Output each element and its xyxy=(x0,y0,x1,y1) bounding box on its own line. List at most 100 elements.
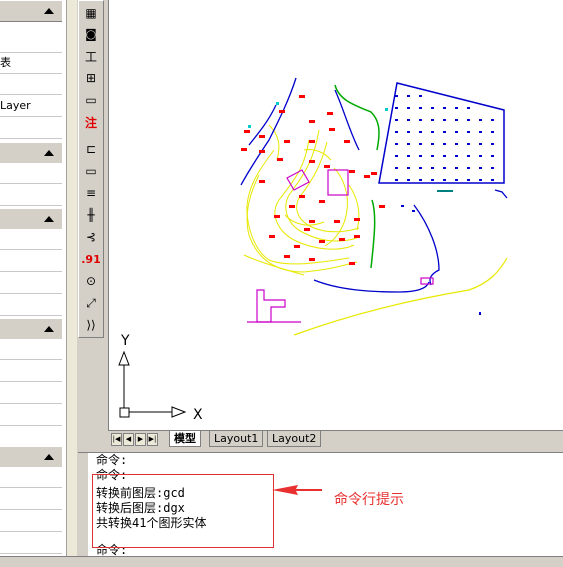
hatch-dot xyxy=(467,131,470,133)
xy-coord-icon[interactable]: ⊞ xyxy=(81,68,101,88)
curve-icon[interactable]: ⟩⟩ xyxy=(81,315,101,335)
property-row[interactable] xyxy=(0,273,62,294)
elevation-marker xyxy=(309,160,315,163)
hatch-dot xyxy=(467,167,470,169)
fence-icon[interactable]: ╫ xyxy=(81,205,101,225)
collapse-icon[interactable] xyxy=(44,326,54,332)
elevation-marker xyxy=(319,200,325,203)
tab-model[interactable]: 模型 xyxy=(169,431,201,447)
hatch-dot xyxy=(479,119,482,121)
hatched-parcel xyxy=(378,82,505,184)
decimal-icon[interactable]: .91 xyxy=(81,249,101,269)
next-tab-icon[interactable]: ▶ xyxy=(135,433,146,446)
elevation-marker xyxy=(299,195,305,198)
elevation-marker xyxy=(339,238,345,241)
elevation-marker xyxy=(379,205,385,208)
circle-point-icon[interactable]: ⊙ xyxy=(81,271,101,291)
section-header[interactable] xyxy=(0,318,62,340)
section-header[interactable] xyxy=(0,142,62,164)
property-row[interactable] xyxy=(0,405,62,426)
camera-icon[interactable]: ◙ xyxy=(81,24,101,44)
hatch-dot xyxy=(395,179,398,181)
property-row[interactable] xyxy=(0,229,62,250)
grid-icon[interactable]: ▦ xyxy=(81,3,101,23)
hatch-dot xyxy=(467,143,470,145)
hatch-dot xyxy=(455,107,458,109)
properties-panel: 表 Layer xyxy=(0,0,67,556)
measure-icon[interactable]: ⤢ xyxy=(81,293,101,313)
hatch-dot xyxy=(455,155,458,157)
tab-layout1[interactable]: Layout1 xyxy=(209,431,264,447)
tab-layout2[interactable]: Layout2 xyxy=(267,431,322,447)
search-area-icon[interactable]: ▭ xyxy=(81,90,101,110)
property-row[interactable]: 表 xyxy=(0,53,62,74)
property-row[interactable] xyxy=(0,361,62,382)
prev-tab-icon[interactable]: ◀ xyxy=(123,433,134,446)
elevation-markers xyxy=(241,95,385,265)
property-row[interactable] xyxy=(0,295,62,316)
elevation-marker xyxy=(344,140,350,143)
property-row[interactable] xyxy=(0,533,62,554)
ucs-icon xyxy=(118,350,187,418)
ruler-icon[interactable]: 工 xyxy=(81,46,101,66)
hatch-dot xyxy=(419,179,422,181)
elevation-marker xyxy=(284,255,290,258)
hatch-dot xyxy=(431,131,434,133)
section-header[interactable] xyxy=(0,208,62,230)
hatch-dot xyxy=(443,119,446,121)
property-row-layer[interactable]: Layer xyxy=(0,96,62,117)
elevation-marker xyxy=(327,112,333,115)
hatch-dot xyxy=(395,143,398,145)
collapse-icon[interactable] xyxy=(44,454,54,460)
panel-scrollbar[interactable] xyxy=(66,0,77,556)
elevation-marker xyxy=(259,150,265,153)
first-tab-icon[interactable]: |◀ xyxy=(111,433,122,446)
road-icon[interactable]: ⊰ xyxy=(81,227,101,247)
collapse-icon[interactable] xyxy=(44,8,54,14)
property-row[interactable] xyxy=(0,383,62,404)
section-header[interactable] xyxy=(0,0,62,22)
hatch-dot xyxy=(407,155,410,157)
hatch-dot xyxy=(443,155,446,157)
polyline-icon[interactable]: ⊏ xyxy=(81,139,101,159)
drawing-canvas[interactable]: Y X xyxy=(108,0,563,430)
hatch-dot xyxy=(491,143,494,145)
hatch-dot xyxy=(455,143,458,145)
hatch-dot xyxy=(479,155,482,157)
property-row[interactable] xyxy=(0,185,62,206)
elevation-marker xyxy=(364,175,370,178)
elevation-marker xyxy=(309,258,315,261)
elevation-marker xyxy=(309,120,315,123)
property-row[interactable] xyxy=(0,118,62,139)
hatch-dot xyxy=(491,167,494,169)
command-grip[interactable] xyxy=(78,453,88,557)
rectangle-icon[interactable]: ▭ xyxy=(81,161,101,181)
elevation-marker xyxy=(269,235,275,238)
hatch-dot xyxy=(479,179,482,181)
property-row[interactable] xyxy=(0,467,62,488)
elevation-marker xyxy=(259,135,265,138)
property-row[interactable] xyxy=(0,489,62,510)
property-row[interactable] xyxy=(0,251,62,272)
property-row[interactable] xyxy=(0,32,62,53)
property-row[interactable] xyxy=(0,74,62,95)
elevation-marker xyxy=(289,205,295,208)
section-header[interactable] xyxy=(0,446,62,468)
property-row[interactable] xyxy=(0,511,62,532)
ucs-x-label: X xyxy=(193,407,203,423)
elevation-marker xyxy=(354,218,360,221)
annotation-icon[interactable]: 注 xyxy=(81,112,101,132)
hatch-dot xyxy=(491,131,494,133)
hatch-dot xyxy=(395,167,398,169)
elevation-marker xyxy=(279,110,285,113)
hatch-dot xyxy=(407,107,410,109)
collapse-icon[interactable] xyxy=(44,150,54,156)
hatch-dot xyxy=(419,119,422,121)
hatch-dot xyxy=(419,143,422,145)
property-row[interactable] xyxy=(0,339,62,360)
command-line: 命令: xyxy=(96,453,128,467)
collapse-icon[interactable] xyxy=(44,216,54,222)
hatch-icon[interactable]: ≡ xyxy=(81,183,101,203)
last-tab-icon[interactable]: ▶| xyxy=(147,433,158,446)
property-row[interactable] xyxy=(0,163,62,184)
